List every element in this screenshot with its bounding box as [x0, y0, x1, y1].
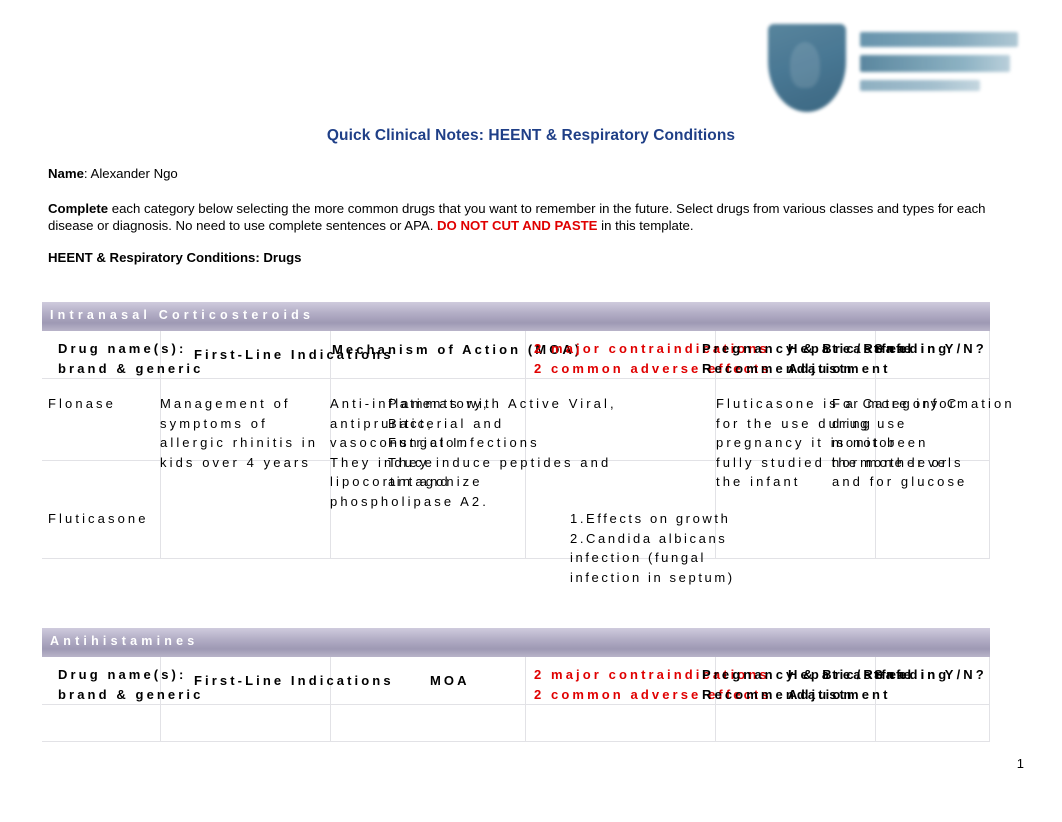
cell-contra-adverse: Patients with Active Viral, Bacterial an… — [388, 396, 617, 489]
logo-wordmark-line-1 — [860, 32, 1018, 47]
cell-drug-name: Fluticasone — [48, 511, 149, 526]
name-label: Name — [48, 166, 84, 181]
student-name-line: Name: Alexander Ngo — [48, 165, 178, 182]
logo-wordmark-line-2 — [860, 55, 1010, 72]
category-bar-antihistamines: Antihistamines — [42, 628, 990, 657]
logo-shield-icon — [768, 24, 846, 112]
category-bar-intranasal: Intranasal Corticosteroids — [42, 302, 990, 331]
header-safe: Safe in Y/N? — [874, 667, 987, 682]
section-heading: HEENT & Respiratory Conditions: Drugs — [48, 250, 302, 265]
logo-wordmark-line-3 — [860, 80, 980, 91]
header-safe: Safe in Y/N? — [874, 341, 987, 356]
row-divider — [42, 704, 990, 705]
page-number: 1 — [1016, 756, 1024, 771]
university-logo — [768, 18, 1022, 118]
cell-contra-adverse: 1.Effects on growth 2.Candida albicans i… — [570, 511, 735, 585]
instructions-lead: Complete — [48, 201, 109, 216]
category-label: Antihistamines — [50, 634, 199, 648]
table-antihistamines: Antihistamines Drug name(s): brand & gen… — [42, 628, 990, 742]
table-grid: Drug name(s): brand & generic First-Line… — [42, 657, 990, 742]
column-divider — [330, 657, 331, 742]
row-divider — [42, 378, 990, 379]
cell-hepatic-renal: For more information drug use monitor ho… — [832, 396, 1015, 489]
row-divider — [42, 741, 990, 742]
page-title: Quick Clinical Notes: HEENT & Respirator… — [326, 127, 736, 144]
table-grid: Drug name(s): brand & generic First-Line… — [42, 331, 1012, 585]
instructions-warning: DO NOT CUT AND PASTE — [437, 218, 598, 233]
instructions-tail: in this template. — [597, 218, 694, 233]
instructions-paragraph: Complete each category below selecting t… — [48, 200, 1008, 234]
header-moa: MOA — [430, 673, 470, 688]
table-intranasal-corticosteroids: Intranasal Corticosteroids Drug name(s):… — [42, 302, 1012, 585]
logo-wordmark — [860, 32, 1022, 99]
column-divider — [525, 657, 526, 742]
category-label: Intranasal Corticosteroids — [50, 308, 315, 322]
name-value: : Alexander Ngo — [83, 166, 178, 181]
